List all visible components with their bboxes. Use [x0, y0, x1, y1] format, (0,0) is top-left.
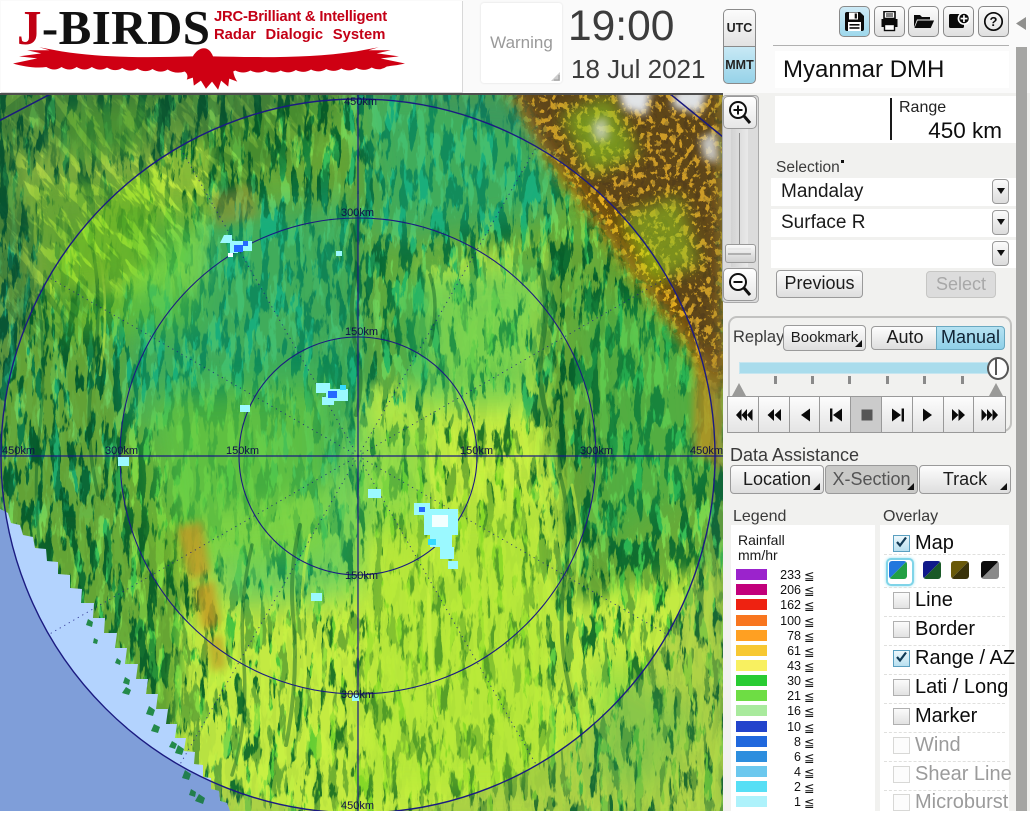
svg-text:300km: 300km	[105, 445, 138, 457]
svg-text:150km: 150km	[460, 445, 493, 457]
svg-text:450km: 450km	[2, 445, 35, 457]
svg-text:450km: 450km	[341, 800, 374, 811]
svg-text:?: ?	[990, 14, 998, 29]
svg-text:150km: 150km	[345, 326, 378, 338]
svg-text:450km: 450km	[344, 96, 377, 108]
svg-text:150km: 150km	[226, 445, 259, 457]
svg-text:300km: 300km	[341, 207, 374, 219]
svg-text:450km: 450km	[690, 445, 723, 457]
svg-text:300km: 300km	[341, 689, 374, 701]
svg-text:300km: 300km	[580, 445, 613, 457]
svg-text:150km: 150km	[345, 570, 378, 582]
